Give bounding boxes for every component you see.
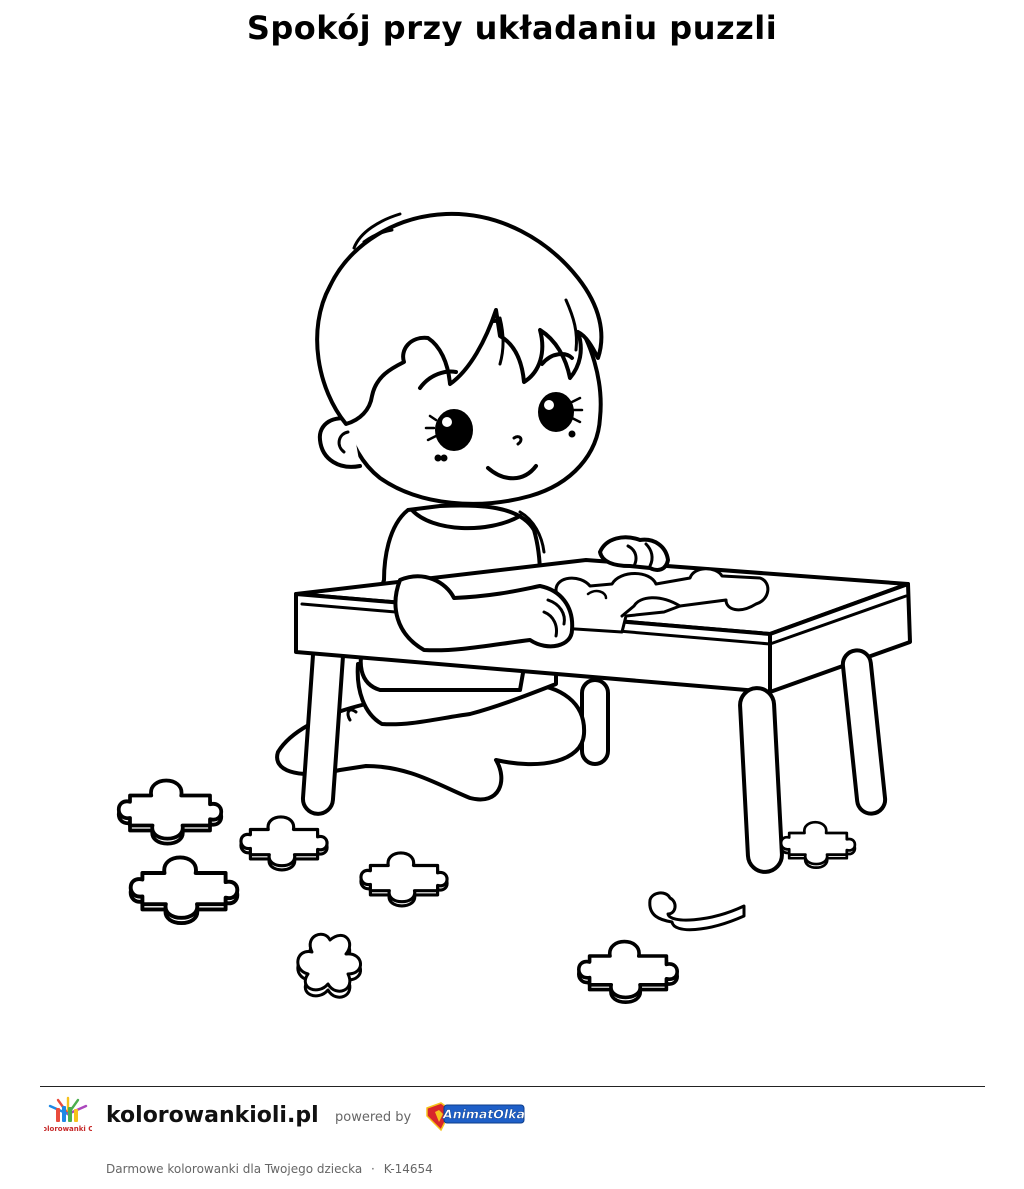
animatolka-logo-text: AnimatOlka [442,1107,525,1122]
coloring-illustration [0,60,1024,1080]
table-front-right-leg [738,686,784,874]
site-logo-text: Kolorowanki Oli [44,1125,92,1133]
table-left-leg [300,638,346,816]
table-back-right-leg [840,648,888,816]
site-logo[interactable]: Kolorowanki Oli [37,1094,99,1140]
site-name[interactable]: kolorowankioli.pl [106,1101,319,1131]
footer-divider [40,1086,985,1087]
page-title: Spokój przy układaniu puzzli [246,9,778,47]
table-back-leg [580,678,610,766]
tagline-text: Darmowe kolorowanki dla Twojego dziecka [106,1162,363,1176]
animatolka-logo[interactable]: AnimatOlka [424,1100,526,1132]
powered-by-label: powered by [335,1110,412,1125]
footer-tagline: Darmowe kolorowanki dla Twojego dziecka … [106,1161,433,1177]
tagline-separator: · [371,1162,375,1176]
page-code: K-14654 [383,1162,433,1176]
